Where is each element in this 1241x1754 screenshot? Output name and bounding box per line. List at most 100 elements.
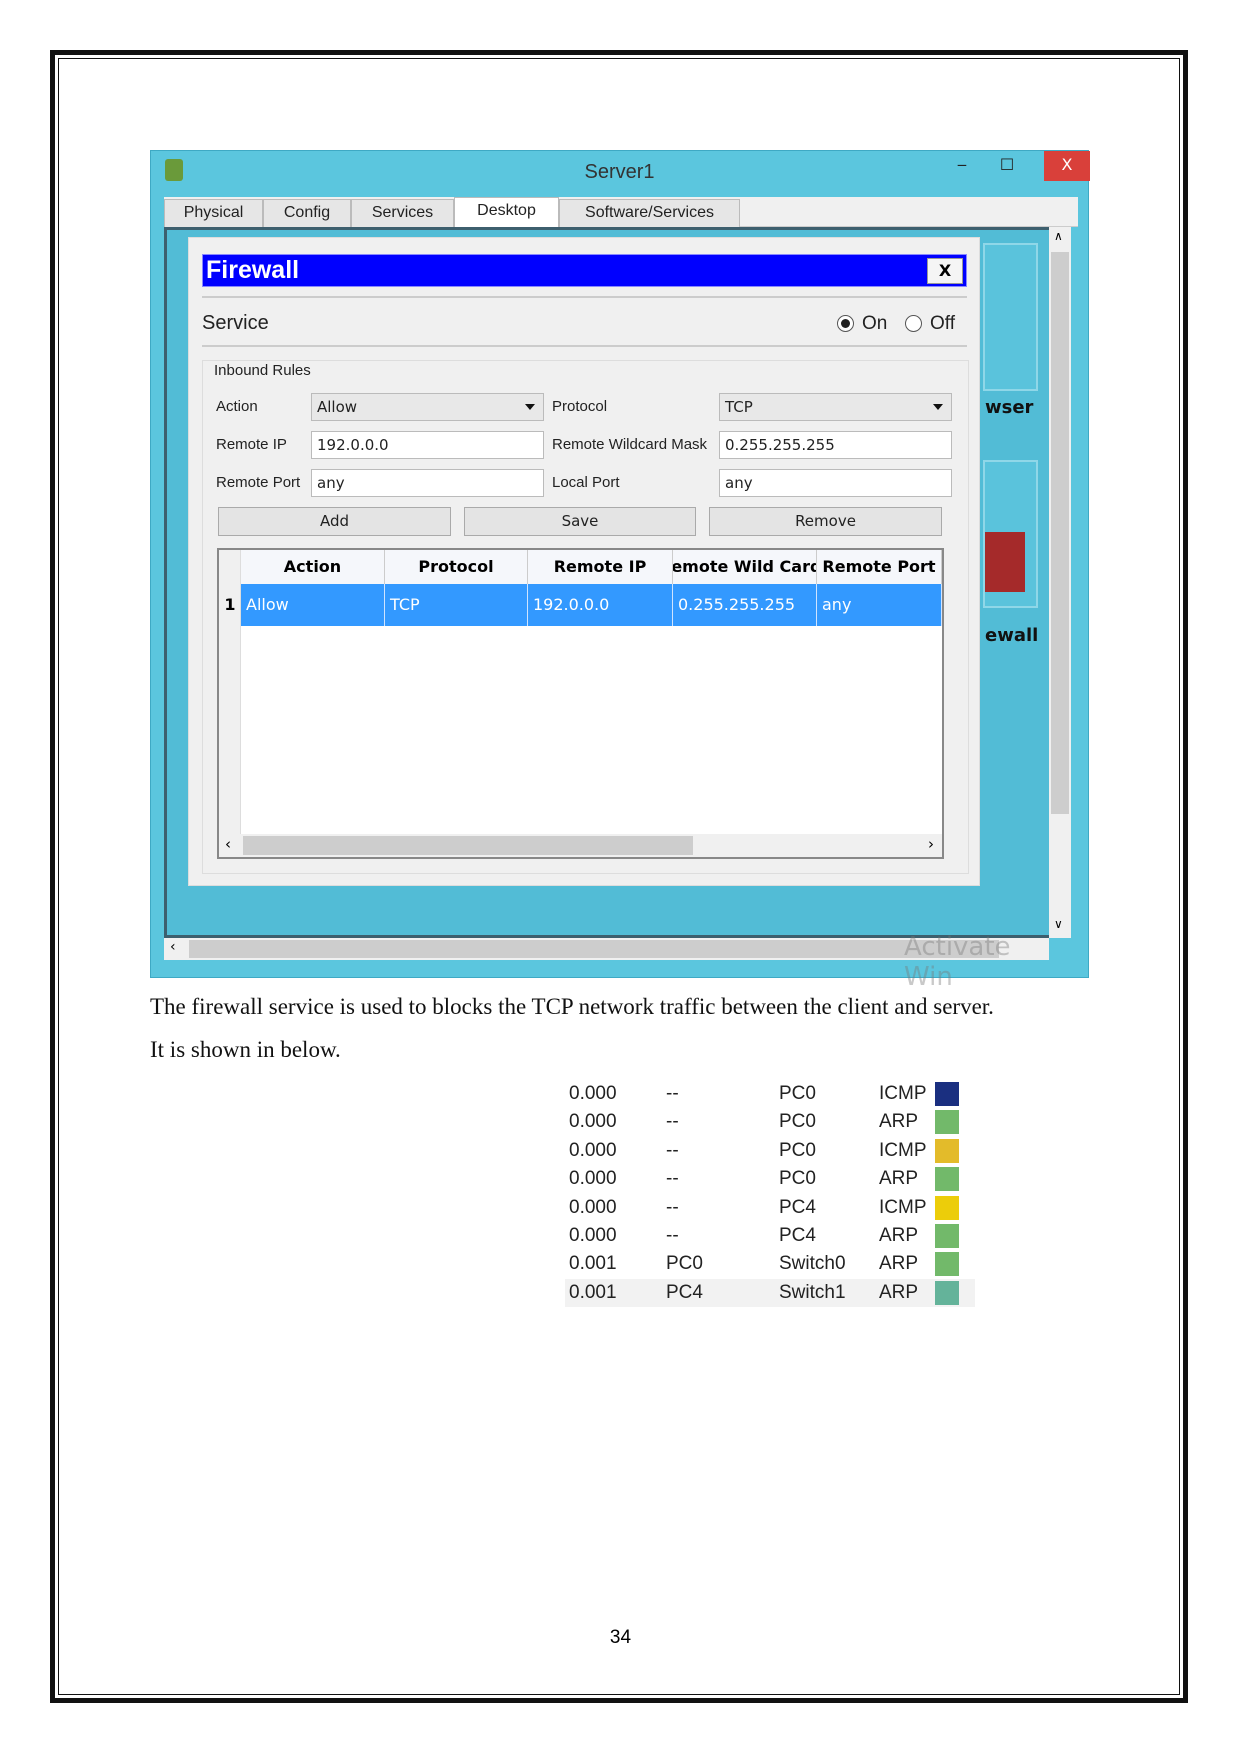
tab-physical[interactable]: Physical (164, 199, 263, 227)
horizontal-scrollbar[interactable]: ‹ Activate Win (164, 932, 1049, 992)
service-off-label: Off (930, 313, 955, 334)
tab-config[interactable]: Config (263, 199, 351, 227)
firewall-header: Firewall X (202, 254, 967, 287)
event-at: PC0 (779, 1139, 816, 1161)
event-color-swatch[interactable] (935, 1224, 959, 1248)
table-horizontal-scrollbar[interactable]: ‹ › (219, 834, 942, 857)
event-type: ICMP (879, 1083, 927, 1104)
event-type: ICMP (879, 1196, 927, 1218)
local-port-label: Local Port (552, 474, 620, 491)
save-button[interactable]: Save (464, 507, 696, 536)
event-row[interactable]: 0.001 PC4 Switch1 ARP (565, 1278, 975, 1308)
firewall-title: Firewall (206, 256, 300, 284)
action-value: Allow (317, 398, 358, 416)
event-time: 0.000 (569, 1083, 617, 1104)
event-row[interactable]: 0.000 -- PC0 ICMP (565, 1137, 975, 1165)
watermark-text: Activate Win (904, 932, 1011, 992)
firewall-close-button[interactable]: X (927, 258, 963, 284)
event-at: PC4 (779, 1196, 816, 1218)
scroll-down-icon[interactable]: ∨ (1054, 917, 1063, 931)
table-cell-remote-port[interactable]: any (817, 584, 942, 626)
event-color-swatch[interactable] (935, 1167, 959, 1192)
web-browser-icon[interactable] (983, 243, 1038, 391)
body-text-line-1: The firewall service is used to blocks t… (150, 994, 994, 1019)
service-off-radio[interactable] (905, 315, 922, 332)
event-time: 0.001 (569, 1253, 617, 1275)
event-last: -- (666, 1225, 679, 1246)
scroll-left-icon[interactable]: ‹ (170, 939, 176, 955)
event-row[interactable]: 0.000 -- PC4 ARP (565, 1222, 975, 1250)
mask-input[interactable]: 0.255.255.255 (719, 431, 952, 459)
chevron-down-icon (525, 404, 535, 415)
event-row[interactable]: 0.001 PC0 Switch0 ARP (565, 1250, 975, 1278)
table-cell-protocol[interactable]: TCP (385, 584, 528, 626)
event-row[interactable]: 0.000 -- PC0 ICMP (565, 1080, 975, 1108)
event-color-swatch[interactable] (935, 1280, 959, 1305)
rules-table: Action Protocol Remote IP Remote Wild Ca… (217, 548, 944, 859)
event-time: 0.001 (569, 1281, 617, 1303)
action-select[interactable]: Allow (311, 393, 544, 421)
remote-port-label: Remote Port (216, 474, 301, 491)
page-number: 34 (609, 1627, 632, 1648)
column-header-action[interactable]: Action (241, 550, 385, 584)
event-color-swatch[interactable] (935, 1110, 959, 1135)
table-cell-remote-ip[interactable]: 192.0.0.0 (528, 584, 673, 626)
mask-label: Remote Wildcard Mask (552, 436, 708, 453)
tab-services[interactable]: Services (351, 199, 454, 227)
event-row[interactable]: 0.000 -- PC0 ARP (565, 1108, 975, 1136)
event-time: 0.000 (569, 1139, 617, 1161)
protocol-label: Protocol (552, 398, 608, 415)
event-last: -- (666, 1083, 679, 1104)
event-color-swatch[interactable] (935, 1195, 959, 1220)
divider (202, 345, 967, 347)
tab-bar: Physical Config Services Desktop Softwar… (164, 197, 1078, 227)
table-cell-action[interactable]: Allow (241, 584, 385, 626)
event-last: -- (666, 1139, 679, 1161)
inbound-rules-label: Inbound Rules (214, 362, 311, 379)
tab-software-services[interactable]: Software/Services (559, 199, 740, 227)
tab-desktop[interactable]: Desktop (454, 197, 559, 227)
event-type: ICMP (879, 1139, 927, 1161)
remote-port-input[interactable]: any (311, 469, 544, 497)
firewall-dialog: Firewall X Service On Off Inbound Rules … (188, 237, 980, 886)
service-label: Service (202, 312, 269, 334)
remove-button[interactable]: Remove (709, 507, 942, 536)
row-number: 1 (224, 595, 236, 614)
add-button[interactable]: Add (218, 507, 451, 536)
protocol-value: TCP (725, 398, 753, 416)
minimize-button[interactable]: ‒ (947, 151, 977, 181)
vertical-scrollbar[interactable]: ∧ ∨ (1049, 227, 1071, 938)
chevron-down-icon (933, 404, 943, 415)
column-header-protocol[interactable]: Protocol (385, 550, 528, 584)
event-at: PC4 (779, 1225, 816, 1246)
firewall-app-icon[interactable] (983, 460, 1038, 608)
service-on-radio[interactable] (837, 315, 854, 332)
scroll-right-icon[interactable]: › (928, 835, 934, 853)
event-row[interactable]: 0.000 -- PC4 ICMP (565, 1194, 975, 1222)
event-color-swatch[interactable] (935, 1082, 959, 1106)
maximize-button[interactable]: ☐ (987, 151, 1027, 181)
event-last: PC4 (666, 1281, 703, 1303)
table-cell-wildcard[interactable]: 0.255.255.255 (673, 584, 817, 626)
event-color-swatch[interactable] (935, 1252, 959, 1277)
column-header-remote-port[interactable]: Remote Port (817, 550, 942, 584)
scroll-up-icon[interactable]: ∧ (1054, 229, 1063, 243)
event-at: Switch0 (779, 1253, 846, 1275)
event-last: -- (666, 1196, 679, 1218)
event-type: ARP (879, 1253, 919, 1275)
scroll-left-icon[interactable]: ‹ (225, 835, 231, 853)
event-row[interactable]: 0.000 -- PC0 ARP (565, 1165, 975, 1193)
column-header-remote-wildcard[interactable]: Remote Wild Card (673, 550, 817, 584)
protocol-select[interactable]: TCP (719, 393, 952, 421)
local-port-input[interactable]: any (719, 469, 952, 497)
event-color-swatch[interactable] (935, 1138, 959, 1163)
remote-ip-input[interactable]: 192.0.0.0 (311, 431, 544, 459)
event-type: ARP (879, 1168, 919, 1190)
event-at: Switch1 (779, 1281, 846, 1303)
server1-window: Server1 ‒ ☐ X Physical Config Services D… (150, 150, 1090, 992)
column-header-remote-ip[interactable]: Remote IP (528, 550, 673, 584)
title-bar: Server1 ‒ ☐ X (151, 151, 1090, 193)
close-button[interactable]: X (1044, 151, 1090, 181)
event-last: -- (666, 1111, 679, 1133)
web-browser-label: wser (985, 397, 1034, 418)
